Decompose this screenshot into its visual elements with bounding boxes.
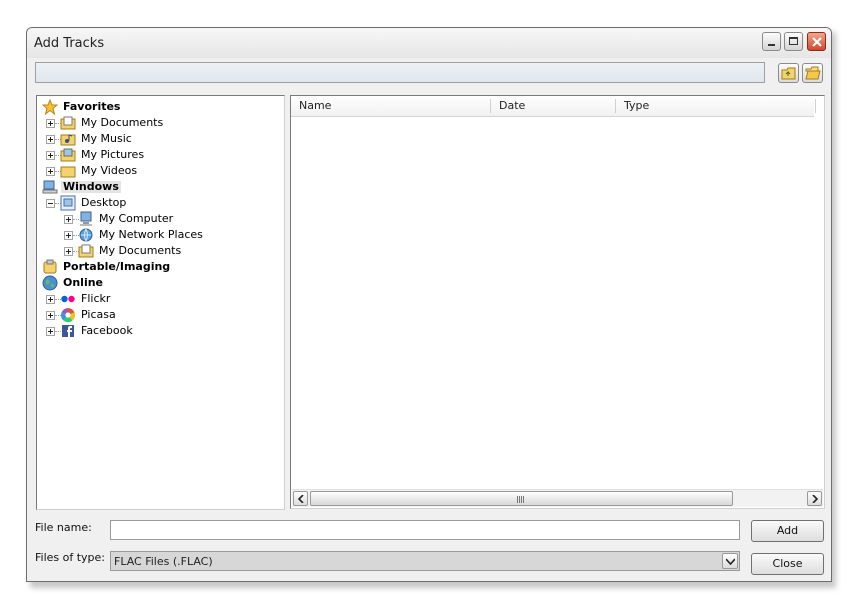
scrollbar-thumb[interactable] [310,491,733,506]
add-button[interactable]: Add [751,520,824,542]
collapse-icon[interactable] [46,199,55,208]
tree-label-picasa: Picasa [81,308,116,321]
tree-label-my-network-places: My Network Places [99,228,203,241]
file-name-label: File name: [35,521,92,534]
file-list[interactable]: Name Date Type [290,95,825,509]
tree-label-desktop: Desktop [81,196,127,209]
list-header: Name Date Type [291,96,816,117]
expand-icon[interactable] [64,215,73,224]
documents-folder-icon [78,244,94,258]
pictures-folder-icon [60,148,76,162]
star-icon [42,99,58,115]
tree-label-facebook: Facebook [81,324,133,337]
facebook-icon [62,325,74,337]
network-places-icon [79,228,93,242]
tree-label-portable-imaging: Portable/Imaging [63,260,171,273]
tree-label-desktop-my-documents: My Documents [99,244,182,257]
scroll-grip-icon [517,496,524,503]
expand-icon[interactable] [64,247,73,256]
expand-icon[interactable] [46,311,55,320]
videos-folder-icon [60,166,76,178]
horizontal-scrollbar[interactable] [292,489,823,507]
expand-icon[interactable] [46,135,55,144]
scroll-right-button[interactable] [807,491,822,506]
browse-folder-button[interactable] [802,63,823,83]
minimize-button[interactable] [762,32,781,51]
title-bar[interactable]: Add Tracks [27,28,831,58]
file-name-input[interactable] [110,520,740,540]
path-input[interactable] [35,62,765,83]
desktop-icon [60,195,76,211]
tree-label-flickr: Flickr [81,292,111,305]
add-tracks-dialog: Add Tracks Favorites My Documents My Mus… [26,27,832,582]
files-of-type-value: FLAC Files (.FLAC) [114,555,213,568]
files-of-type-select[interactable]: FLAC Files (.FLAC) [110,551,740,571]
documents-folder-icon [60,116,76,130]
computer-drive-icon [42,180,58,194]
column-header-date[interactable]: Date [491,96,616,116]
folder-up-button[interactable] [778,63,799,83]
online-globe-icon [42,275,58,291]
window-title: Add Tracks [34,36,105,51]
chevron-down-icon [726,558,735,565]
expand-icon[interactable] [46,295,55,304]
expand-icon[interactable] [64,231,73,240]
close-button[interactable]: Close [751,553,824,575]
dropdown-button[interactable] [722,553,738,569]
expand-icon[interactable] [46,119,55,128]
tree-label-windows: Windows [61,180,121,193]
tree-label-my-videos: My Videos [81,164,138,177]
open-folder-icon [805,66,821,80]
scroll-left-button[interactable] [293,491,308,506]
music-folder-icon [60,134,76,146]
close-icon [812,37,822,47]
tree-label-my-documents: My Documents [81,116,164,129]
maximize-button[interactable] [784,32,803,51]
expand-icon[interactable] [46,327,55,336]
expand-icon[interactable] [46,151,55,160]
tree-label-favorites: Favorites [63,100,121,113]
chevron-left-icon [297,495,304,503]
portable-device-icon [43,259,57,274]
my-computer-icon [80,211,92,226]
tree-label-my-computer: My Computer [99,212,174,225]
flickr-icon [61,295,75,303]
tree-label-my-pictures: My Pictures [81,148,145,161]
expand-icon[interactable] [46,167,55,176]
chevron-right-icon [812,495,819,503]
column-header-name[interactable]: Name [291,96,491,116]
folder-tree[interactable]: Favorites My Documents My Music My Pictu… [36,95,285,510]
files-of-type-label: Files of type: [35,551,106,564]
tree-label-my-music: My Music [81,132,132,145]
tree-label-online: Online [63,276,104,289]
column-header-type[interactable]: Type [616,96,816,116]
folder-up-icon [781,67,796,80]
picasa-icon [60,308,76,323]
close-window-button[interactable] [807,32,826,51]
